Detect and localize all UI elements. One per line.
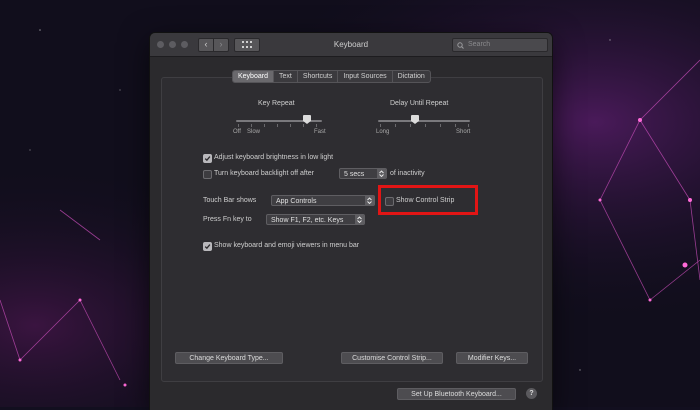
tab-dictation[interactable]: Dictation	[391, 71, 430, 82]
keyboard-preferences-window: ‹ › Keyboard Search Keyboard Text Shortc…	[150, 33, 552, 410]
fn-key-popup[interactable]: Show F1, F2, etc. Keys	[266, 214, 365, 225]
slider-tick	[251, 124, 252, 127]
fn-key-value: Show F1, F2, etc. Keys	[271, 217, 344, 224]
inactivity-suffix-label: of inactivity	[390, 170, 425, 177]
change-keyboard-type-button[interactable]: Change Keyboard Type...	[175, 352, 283, 364]
tab-input-sources[interactable]: Input Sources	[337, 71, 391, 82]
key-repeat-fast-label: Fast	[314, 129, 326, 135]
slider-tick	[380, 124, 381, 127]
customise-control-strip-button[interactable]: Customise Control Strip...	[341, 352, 443, 364]
help-button[interactable]: ?	[526, 388, 537, 399]
updown-arrows-icon	[377, 169, 386, 178]
checkmark-icon	[204, 244, 211, 250]
slider-tick	[410, 124, 411, 127]
updown-arrows-icon	[365, 196, 374, 205]
touch-bar-value: App Controls	[276, 198, 317, 205]
slider-tick	[395, 124, 396, 127]
title-bar: ‹ › Keyboard Search	[150, 33, 552, 57]
slider-tick	[277, 124, 278, 127]
slider-tick	[238, 124, 239, 127]
touch-bar-popup[interactable]: App Controls	[271, 195, 375, 206]
backlight-off-checkbox[interactable]	[203, 170, 212, 179]
slider-tick	[264, 124, 265, 127]
slider-tick	[425, 124, 426, 127]
updown-arrows-icon	[355, 215, 364, 224]
search-icon	[457, 42, 464, 49]
tab-shortcuts[interactable]: Shortcuts	[296, 71, 338, 82]
delay-long-label: Long	[376, 129, 390, 135]
highlight-box	[378, 185, 478, 215]
tab-bar: Keyboard Text Shortcuts Input Sources Di…	[232, 70, 431, 83]
settings-panel	[161, 77, 543, 382]
modifier-keys-button[interactable]: Modifier Keys...	[456, 352, 528, 364]
show-viewers-checkbox[interactable]	[203, 242, 212, 251]
backlight-off-label: Turn keyboard backlight off after	[214, 170, 314, 177]
fn-key-label: Press Fn key to	[203, 216, 252, 223]
tab-keyboard[interactable]: Keyboard	[233, 71, 273, 82]
show-viewers-label: Show keyboard and emoji viewers in menu …	[214, 242, 360, 249]
delay-until-repeat-slider[interactable]	[378, 120, 470, 122]
backlight-timeout-popup[interactable]: 5 secs	[339, 168, 387, 179]
delay-until-repeat-label: Delay Until Repeat	[390, 100, 449, 107]
adjust-brightness-checkbox[interactable]	[203, 154, 212, 163]
slider-tick	[303, 124, 304, 127]
tab-text[interactable]: Text	[272, 71, 297, 82]
backlight-timeout-value: 5 secs	[344, 171, 365, 178]
touch-bar-label: Touch Bar shows	[203, 197, 257, 204]
search-field[interactable]: Search	[452, 38, 548, 52]
adjust-brightness-label: Adjust keyboard brightness in low light	[214, 154, 334, 161]
checkmark-icon	[204, 156, 211, 162]
delay-short-label: Short	[456, 129, 471, 135]
slider-tick	[455, 124, 456, 127]
slider-tick	[316, 124, 317, 127]
key-repeat-label: Key Repeat	[258, 100, 295, 107]
search-placeholder: Search	[468, 41, 491, 48]
key-repeat-off-label: Off	[233, 129, 241, 135]
key-repeat-slow-label: Slow	[247, 129, 261, 135]
bluetooth-keyboard-button[interactable]: Set Up Bluetooth Keyboard...	[397, 388, 516, 400]
slider-tick	[440, 124, 441, 127]
slider-tick	[290, 124, 291, 127]
slider-tick	[468, 124, 469, 127]
